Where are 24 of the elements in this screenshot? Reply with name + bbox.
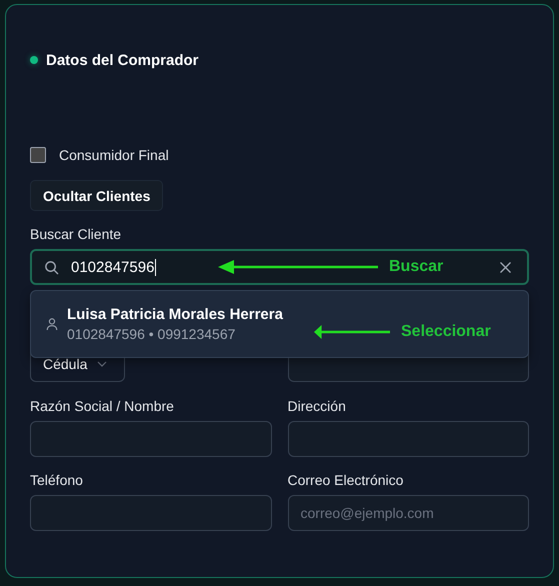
field-label: Buscar Cliente — [30, 225, 122, 243]
close-icon[interactable] — [500, 262, 511, 272]
status-dot-icon — [30, 56, 38, 64]
input-field[interactable] — [288, 421, 529, 457]
input-field[interactable] — [30, 421, 272, 457]
field-label: Razón Social / Nombre — [30, 397, 175, 415]
search-icon — [44, 260, 59, 274]
input-field[interactable] — [30, 495, 272, 531]
client-detail: 0102847596 • 0991234567 — [67, 326, 236, 342]
section-title: Datos del Comprador — [46, 52, 199, 68]
arrow-icon — [314, 325, 390, 339]
checkbox-label: Consumidor Final — [59, 147, 169, 163]
hide-clients-button[interactable]: Ocultar Clientes — [30, 180, 164, 211]
field-label: Teléfono — [30, 471, 84, 489]
annotation-text: Seleccionar — [401, 323, 491, 341]
chevron-down-icon — [97, 361, 108, 367]
client-name: Luisa Patricia Morales Herrera — [67, 306, 283, 323]
input-field[interactable]: correo@ejemplo.com — [288, 495, 529, 531]
field-label: Correo Electrónico — [288, 471, 404, 489]
field-label: Dirección — [288, 397, 347, 415]
person-icon — [46, 317, 58, 331]
annotation-text: Buscar — [389, 258, 444, 276]
arrow-icon — [218, 260, 378, 274]
checkbox[interactable] — [30, 147, 46, 163]
